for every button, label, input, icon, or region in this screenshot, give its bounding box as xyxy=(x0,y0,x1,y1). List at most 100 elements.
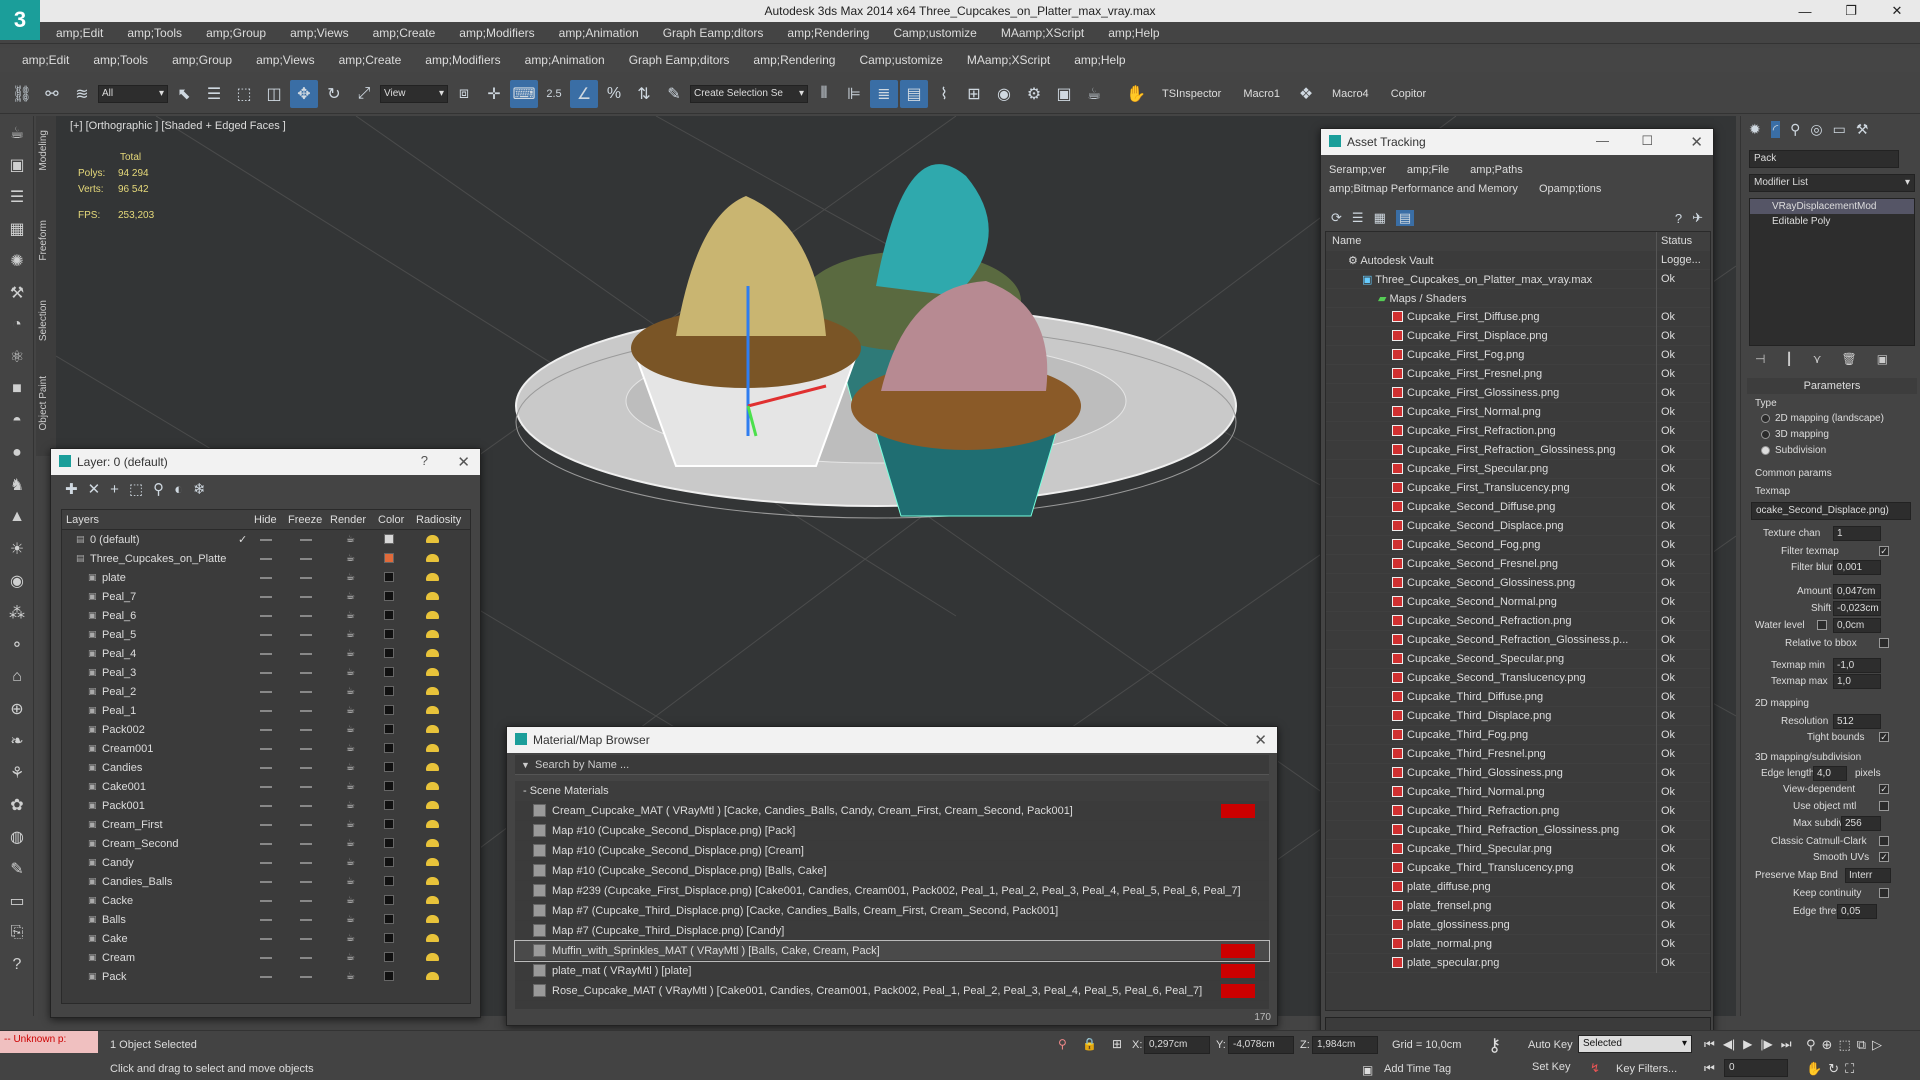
layer-row[interactable]: ▣ Balls ☕ xyxy=(62,910,470,929)
hide-toggle[interactable] xyxy=(260,748,272,750)
freeze-toggle[interactable] xyxy=(300,843,312,845)
render-teapot-icon[interactable]: ☕ xyxy=(346,876,355,887)
asset-map-row[interactable]: Cupcake_First_Fresnel.png Ok xyxy=(1326,364,1710,384)
color-swatch[interactable] xyxy=(384,762,394,772)
menu1-item[interactable]: Graph Eamp;ditors xyxy=(651,26,776,40)
list-icon[interactable]: ☰ xyxy=(1352,210,1364,226)
radiosity-icon[interactable] xyxy=(426,706,439,714)
asset-map-row[interactable]: Cupcake_First_Displace.png Ok xyxy=(1326,326,1710,346)
rect-selection-icon[interactable]: ⬚ xyxy=(230,80,258,108)
max-subdivs-spinner[interactable]: 256 xyxy=(1841,816,1881,831)
curve-editor-icon[interactable]: ⌇ xyxy=(930,80,958,108)
grid-icon[interactable]: ▦ xyxy=(2,214,32,244)
unlink-icon[interactable]: ⚯ xyxy=(38,80,66,108)
asset-map-row[interactable]: plate_diffuse.png Ok xyxy=(1326,877,1710,897)
hide-toggle[interactable] xyxy=(260,558,272,560)
layer-row[interactable]: ▣ Peal_5 ☕ xyxy=(62,625,470,644)
add-time-tag[interactable]: Add Time Tag xyxy=(1384,1063,1451,1075)
deer-icon[interactable]: ♞ xyxy=(2,470,32,500)
menu-file[interactable]: amp;File xyxy=(1407,164,1449,176)
material-row[interactable]: Map #10 (Cupcake_Second_Displace.png) [C… xyxy=(515,841,1269,861)
texture-chan-spinner[interactable]: 1 xyxy=(1833,526,1881,541)
radiosity-icon[interactable] xyxy=(426,953,439,961)
asset-map-row[interactable]: Cupcake_Third_Glossiness.png Ok xyxy=(1326,763,1710,783)
freeze-toggle[interactable] xyxy=(300,729,312,731)
hide-toggle[interactable] xyxy=(260,843,272,845)
hide-toggle[interactable] xyxy=(260,919,272,921)
rotate-icon[interactable]: ↻ xyxy=(320,80,348,108)
radiosity-icon[interactable] xyxy=(426,725,439,733)
asset-map-row[interactable]: Cupcake_Second_Refraction.png Ok xyxy=(1326,611,1710,631)
menu2-item[interactable]: amp;Help xyxy=(1062,53,1137,67)
hide-toggle[interactable] xyxy=(260,539,272,541)
freeze-toggle[interactable] xyxy=(300,653,312,655)
current-frame-field[interactable]: 0 xyxy=(1724,1059,1788,1077)
minimize-icon[interactable]: — xyxy=(1596,133,1609,148)
motion-tab-icon[interactable]: ◎ xyxy=(1810,121,1822,138)
freeze-toggle[interactable] xyxy=(300,596,312,598)
create-layer-icon[interactable]: ✚ xyxy=(65,480,78,498)
light-icon[interactable]: ✺ xyxy=(2,246,32,276)
radiosity-icon[interactable] xyxy=(426,687,439,695)
render-teapot-icon[interactable]: ☕ xyxy=(346,781,355,792)
render-teapot-icon[interactable]: ☕ xyxy=(346,971,355,982)
color-swatch[interactable] xyxy=(384,534,394,544)
menu2-item[interactable]: Camp;ustomize xyxy=(847,53,954,67)
color-swatch[interactable] xyxy=(384,591,394,601)
help-button[interactable]: ? xyxy=(421,453,428,468)
color-swatch[interactable] xyxy=(384,819,394,829)
modify-tab-icon[interactable]: ◜ xyxy=(1770,120,1781,138)
menu1-item[interactable]: amp;Views xyxy=(278,26,360,40)
menu2-item[interactable]: amp;Tools xyxy=(81,53,160,67)
select-object-icon[interactable]: ⬉ xyxy=(170,80,198,108)
list-icon[interactable]: ☰ xyxy=(2,182,32,212)
particle-icon[interactable]: ⁂ xyxy=(2,598,32,628)
hide-toggle[interactable] xyxy=(260,824,272,826)
field-of-view-icon[interactable]: ▷ xyxy=(1872,1037,1882,1053)
asset-map-row[interactable]: plate_normal.png Ok xyxy=(1326,934,1710,954)
add-to-layer-icon[interactable]: + xyxy=(110,481,119,498)
help-icon[interactable]: ? xyxy=(1675,211,1682,226)
radiosity-icon[interactable] xyxy=(426,611,439,619)
texture-icon[interactable]: ✿ xyxy=(2,790,32,820)
layer-row[interactable]: ▣ Peal_3 ☕ xyxy=(62,663,470,682)
align-icon[interactable]: ⊫ xyxy=(840,80,868,108)
display-tab-icon[interactable]: ▭ xyxy=(1833,121,1846,138)
spinner-snap-icon[interactable]: ⇅ xyxy=(630,80,658,108)
hide-toggle[interactable] xyxy=(260,615,272,617)
color-swatch[interactable] xyxy=(384,743,394,753)
ribbon-icon[interactable]: ▤ xyxy=(900,79,928,108)
layer-row[interactable]: ▣ Cacke ☕ xyxy=(62,891,470,910)
render-teapot-icon[interactable]: ☕ xyxy=(346,705,355,716)
hide-toggle[interactable] xyxy=(260,691,272,693)
menu-paths[interactable]: amp;Paths xyxy=(1470,164,1523,176)
asset-vault-row[interactable]: ⚙ Autodesk Vault Logge... xyxy=(1326,250,1710,270)
prev-frame-icon[interactable]: ◀| xyxy=(1723,1037,1735,1052)
render-teapot-icon[interactable]: ☕ xyxy=(346,591,355,602)
remove-modifier-icon[interactable]: 🗑 xyxy=(1841,352,1856,366)
edge-length-spinner[interactable]: 4,0 xyxy=(1813,766,1847,781)
window-crossing-icon[interactable]: ◫ xyxy=(260,80,288,108)
asset-map-row[interactable]: plate_frensel.png Ok xyxy=(1326,896,1710,916)
render-teapot-icon[interactable]: ☕ xyxy=(346,895,355,906)
key-mode-icon[interactable]: ⏮ xyxy=(1704,1061,1715,1076)
radiosity-icon[interactable] xyxy=(426,763,439,771)
hide-toggle[interactable] xyxy=(260,653,272,655)
move-icon[interactable]: ✥ xyxy=(290,79,318,108)
asset-map-row[interactable]: Cupcake_Second_Refraction_Glossiness.p..… xyxy=(1326,630,1710,650)
camera-icon[interactable]: ⌂ xyxy=(2,662,32,692)
resolution-spinner[interactable]: 512 xyxy=(1833,714,1881,729)
asset-horizontal-scrollbar[interactable] xyxy=(1325,1017,1711,1031)
select-by-name-icon[interactable]: ☰ xyxy=(200,80,228,108)
tab-object-paint[interactable]: Object Paint xyxy=(38,376,49,430)
rendered-frame-icon[interactable]: ▣ xyxy=(1050,80,1078,108)
texmap-max-spinner[interactable]: 1,0 xyxy=(1833,674,1881,689)
radiosity-icon[interactable] xyxy=(426,535,439,543)
asset-map-row[interactable]: Cupcake_Third_Refraction.png Ok xyxy=(1326,801,1710,821)
hide-toggle[interactable] xyxy=(260,900,272,902)
menu1-item[interactable]: amp;Create xyxy=(361,26,448,40)
go-to-end-icon[interactable]: ⏭ xyxy=(1781,1037,1792,1052)
radiosity-icon[interactable] xyxy=(426,877,439,885)
hide-toggle[interactable] xyxy=(260,577,272,579)
freeze-toggle[interactable] xyxy=(300,539,312,541)
